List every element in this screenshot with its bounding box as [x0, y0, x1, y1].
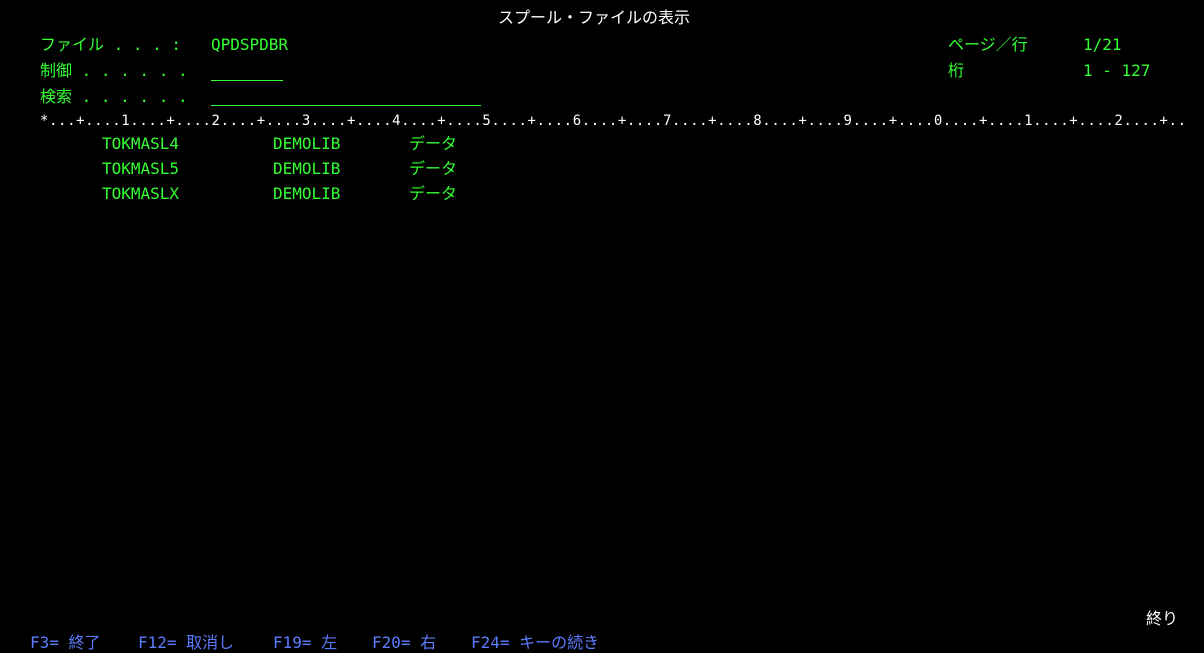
page-value: 1/21: [1083, 35, 1122, 54]
column-ruler: *...+....1....+....2....+....3....+....4…: [40, 113, 1187, 129]
page-label: ページ／行: [948, 35, 1028, 54]
row-library: DEMOLIB: [273, 134, 341, 153]
row-file-name: TOKMASLX: [102, 184, 180, 203]
f3-exit-key[interactable]: F3= 終了: [30, 633, 101, 653]
row-library: DEMOLIB: [273, 184, 341, 203]
row-type: データ: [409, 184, 458, 203]
column-value: 1 - 127: [1083, 61, 1151, 80]
f24-more-keys-key[interactable]: F24= キーの続き: [471, 633, 599, 653]
f20-right-key[interactable]: F20= 右: [372, 633, 436, 653]
row-library: DEMOLIB: [273, 159, 341, 178]
f19-left-key[interactable]: F19= 左: [273, 633, 337, 653]
row-type: データ: [409, 159, 458, 178]
file-value: QPDSPDBR: [211, 35, 289, 54]
search-label: 検索 . . . . . .: [40, 87, 188, 106]
file-label: ファイル . . . :: [40, 35, 182, 54]
row-file-name: TOKMASL4: [102, 134, 180, 153]
search-input[interactable]: [211, 85, 481, 106]
f12-cancel-key[interactable]: F12= 取消し: [138, 633, 234, 653]
row-type: データ: [409, 134, 458, 153]
row-file-name: TOKMASL5: [102, 159, 180, 178]
control-input[interactable]: [211, 60, 283, 81]
control-label: 制御 . . . . . .: [40, 61, 188, 80]
column-label: 桁: [948, 61, 965, 80]
end-indicator: 終り: [1146, 609, 1179, 628]
screen-title: スプール・ファイルの表示: [498, 8, 691, 27]
